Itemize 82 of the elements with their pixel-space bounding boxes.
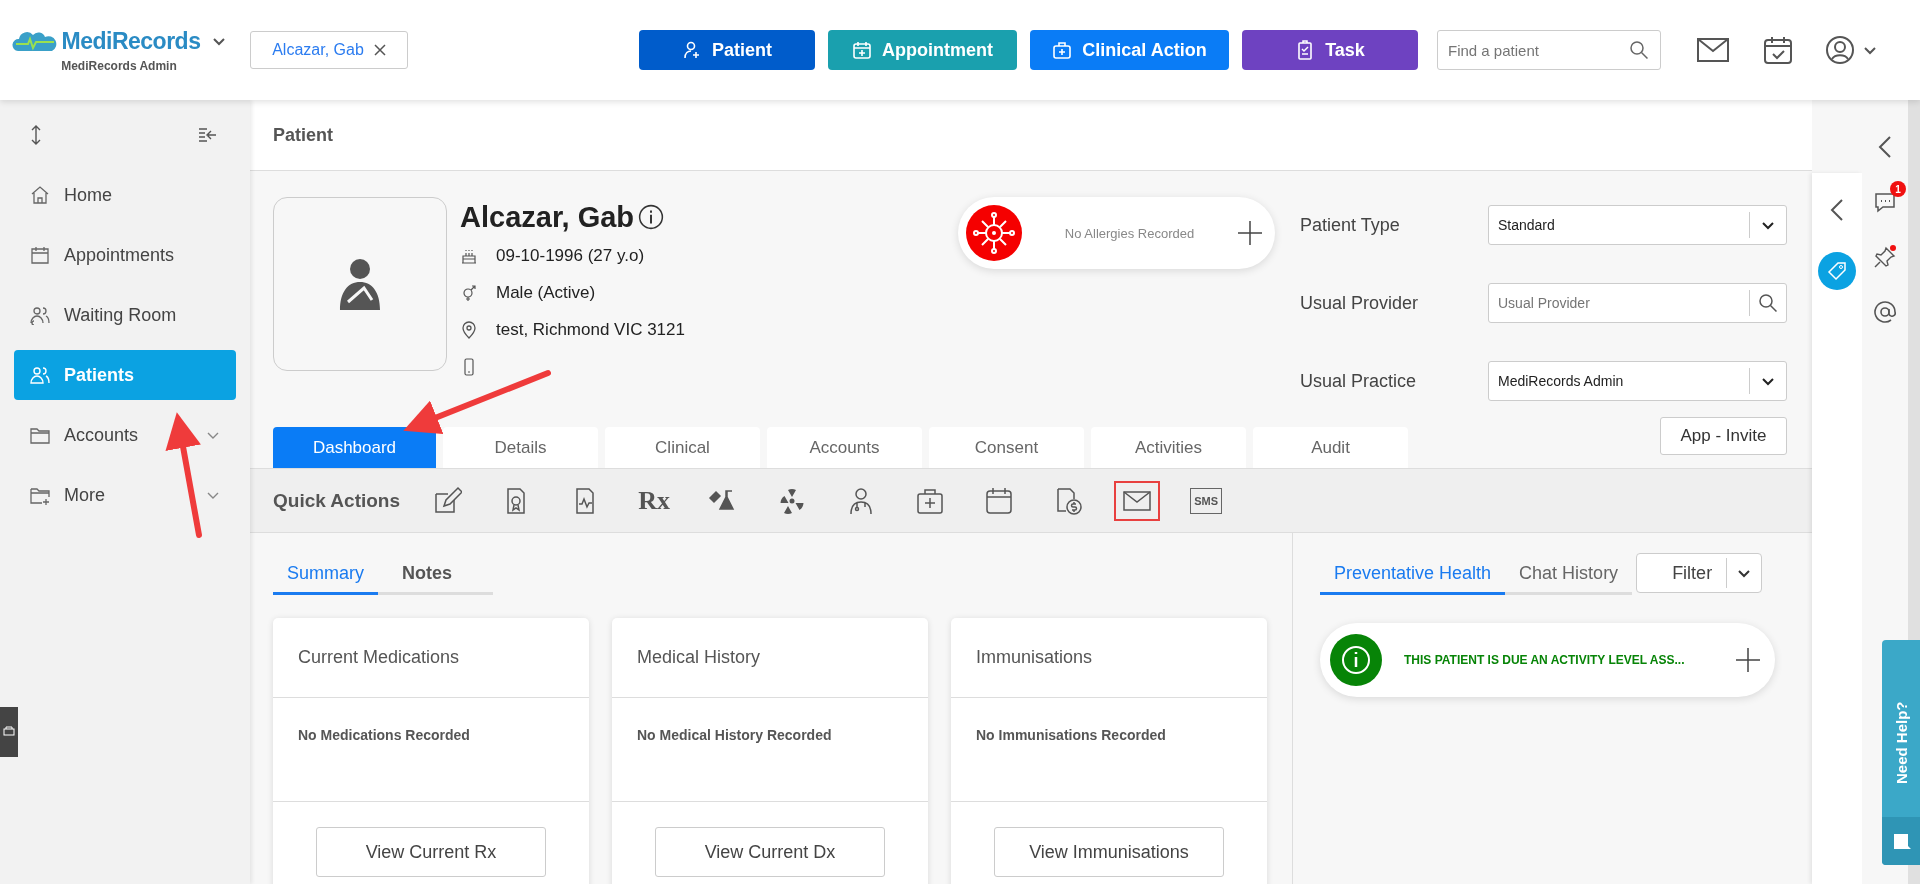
collapse-menu-icon[interactable] — [198, 127, 218, 143]
nav-item[interactable]: Home — [14, 170, 236, 220]
patient-tab[interactable]: Activities — [1091, 427, 1246, 468]
chat-icon[interactable] — [1874, 191, 1896, 213]
gender-icon — [460, 283, 478, 302]
side-tab[interactable]: Preventative Health — [1320, 555, 1506, 595]
gender-status: Male (Active) — [496, 282, 596, 303]
sms-button[interactable]: SMS — [1183, 480, 1230, 521]
add-icon[interactable] — [1735, 647, 1761, 673]
page-title: Patient — [273, 124, 333, 146]
toolbox-icon — [3, 726, 15, 738]
at-sign-icon[interactable] — [1874, 301, 1896, 323]
chat-bubble-icon[interactable] — [1891, 831, 1911, 851]
action-button[interactable]: Patient — [639, 30, 815, 70]
select-field[interactable]: MediRecords Admin — [1488, 361, 1787, 401]
search-icon[interactable] — [1758, 293, 1778, 313]
patient-tab[interactable]: Details — [443, 427, 598, 468]
field-label: Patient Type — [1300, 214, 1401, 236]
pin-icon[interactable] — [1873, 245, 1897, 269]
patient-tab[interactable]: Audit — [1253, 427, 1408, 468]
calendar-icon — [984, 485, 1015, 516]
select-field[interactable]: Standard — [1488, 205, 1787, 245]
patient-tab[interactable]: Accounts — [767, 427, 922, 468]
action-button[interactable]: Task — [1242, 30, 1418, 70]
location-pin-icon — [460, 320, 478, 339]
chevron-left-icon[interactable] — [1878, 135, 1892, 159]
nav-item[interactable]: Appointments — [14, 230, 236, 280]
view-button[interactable]: View Current Dx — [655, 827, 885, 877]
nav-item[interactable]: Waiting Room — [14, 290, 236, 340]
card-title: Immunisations — [976, 647, 1093, 668]
info-icon — [1330, 634, 1382, 686]
empty-message: No Medical History Recorded — [637, 727, 832, 743]
open-patient-tab[interactable]: Alcazar, Gab — [250, 31, 408, 69]
mail-icon[interactable] — [1697, 38, 1729, 62]
card-title: Medical History — [637, 647, 761, 668]
user-avatar-icon[interactable] — [1825, 35, 1855, 65]
side-tab[interactable]: Chat History — [1505, 555, 1633, 595]
action-button[interactable]: Clinical Action — [1030, 30, 1229, 70]
cloud-logo-icon — [11, 29, 58, 53]
provider-search-field[interactable]: Usual Provider — [1488, 283, 1787, 323]
medical-kit-icon — [1052, 40, 1073, 60]
calendar-plus-icon — [852, 40, 872, 60]
patient-tab[interactable]: Clinical — [605, 427, 760, 468]
summary-tab[interactable]: Summary — [273, 555, 378, 595]
card-title: Current Medications — [298, 647, 460, 668]
app-invite-button[interactable]: App - Invite — [1660, 417, 1787, 455]
reminder-text: THIS PATIENT IS DUE AN ACTIVITY LEVEL ASS... — [1404, 653, 1686, 667]
field-label: Usual Practice — [1300, 370, 1418, 392]
view-button[interactable]: View Current Rx — [316, 827, 546, 877]
add-person-icon — [682, 40, 702, 60]
nav-item[interactable]: Accounts — [14, 410, 236, 460]
patient-tab[interactable]: Dashboard — [273, 427, 436, 468]
patient-search-field[interactable]: Find a patient — [1437, 30, 1661, 70]
practice-name: MediRecords Admin — [61, 58, 177, 73]
allergy-status: No Allergies Recorded — [1063, 225, 1196, 241]
patient-name: Alcazar, Gab — [460, 200, 635, 234]
brand-name: MediRecords — [61, 27, 201, 55]
summary-tab[interactable]: Notes — [378, 555, 477, 595]
allergen-icon — [966, 205, 1022, 261]
chevron-left-icon[interactable] — [1830, 198, 1844, 222]
view-button[interactable]: View Immunisations — [994, 827, 1224, 877]
nav-item[interactable]: More — [14, 470, 236, 520]
search-icon[interactable] — [1629, 40, 1649, 60]
tag-icon[interactable] — [1818, 252, 1856, 290]
filter-dropdown[interactable]: Filter — [1636, 553, 1763, 593]
info-icon[interactable] — [638, 204, 665, 230]
quick-actions-label: Quick Actions — [273, 489, 401, 512]
address: test, Richmond VIC 3121 — [496, 319, 685, 340]
empty-message: No Medications Recorded — [298, 727, 470, 743]
empty-message: No Immunisations Recorded — [976, 727, 1166, 743]
mail-button[interactable] — [1114, 480, 1161, 521]
field-label: Usual Provider — [1300, 292, 1420, 314]
date-of-birth: 09-10-1996 (27 y.o) — [496, 245, 645, 266]
side-widget-tab[interactable] — [0, 707, 18, 757]
prescription-button[interactable]: Rx — [631, 480, 678, 521]
close-icon[interactable] — [373, 44, 386, 56]
patient-tab[interactable]: Consent — [929, 427, 1084, 468]
add-icon[interactable] — [1237, 220, 1263, 246]
resize-vertical-icon[interactable] — [30, 125, 42, 145]
calendar-icon[interactable] — [1763, 35, 1793, 65]
pencil-note-icon — [432, 485, 463, 516]
notification-badge: 1 — [1890, 181, 1906, 197]
